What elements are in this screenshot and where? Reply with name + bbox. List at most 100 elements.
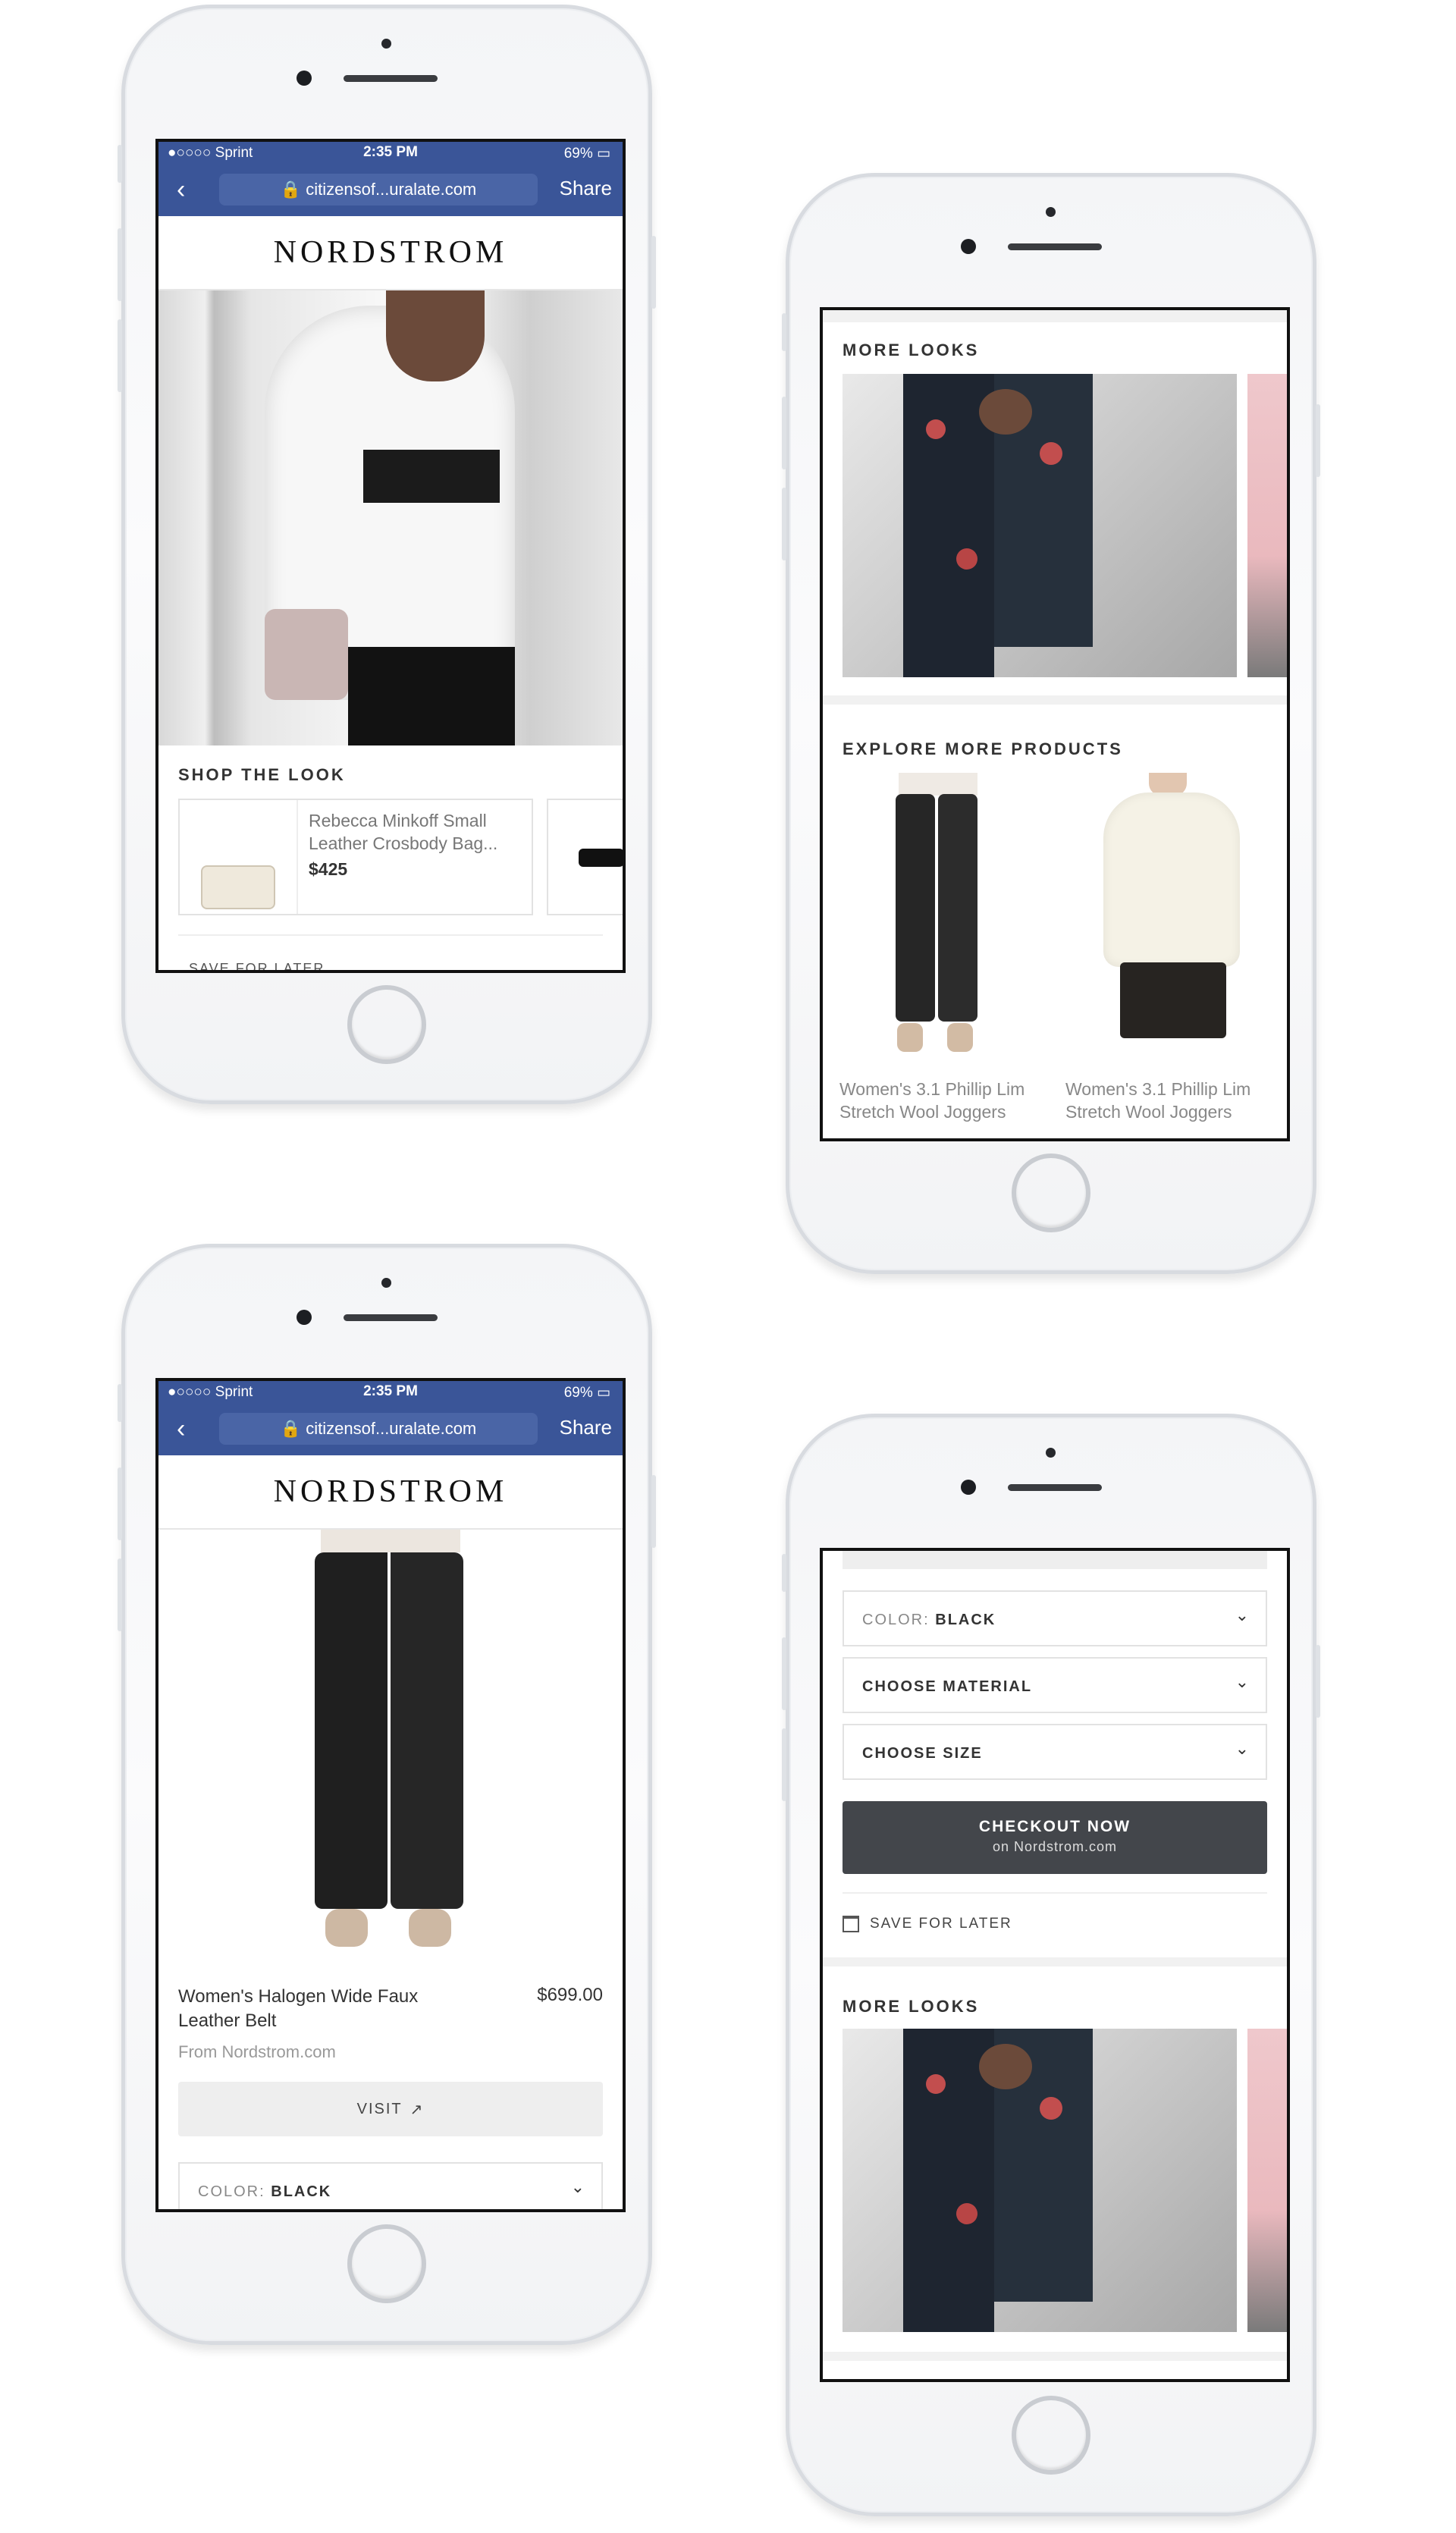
look-photo-next[interactable] [1247, 374, 1287, 677]
product-price: $699.00 [537, 1985, 603, 2005]
chevron-down-icon: ⌄ [1235, 1672, 1249, 1691]
home-button[interactable] [347, 985, 426, 1064]
screen-2: MORE LOOKS EXPLORE MORE PRODUCTS Women's… [820, 307, 1290, 1141]
product-name-line2: Leather Belt [178, 2010, 277, 2031]
mute-switch [118, 145, 122, 183]
front-camera [961, 1480, 976, 1495]
product-name-line1: Rebecca Minkoff Small [309, 811, 487, 830]
home-button[interactable] [1012, 1154, 1090, 1232]
brand-logo: NORDSTROM [158, 1455, 623, 1530]
explore-more-title: EXPLORE MORE PRODUCTS [843, 739, 1123, 758]
earpiece-speaker [344, 75, 438, 82]
screen-3: ●○○○○ Sprint 2:35 PM 69% ▭ ‹ 🔒 citizenso… [155, 1378, 626, 2212]
front-camera [297, 71, 312, 86]
volume-down-button [118, 319, 122, 392]
visit-label: VISIT [356, 2100, 403, 2117]
color-select[interactable]: COLOR: BLACK ⌄ [843, 1590, 1267, 1646]
product-title-1-line2: Stretch Wool Joggers [839, 1102, 1006, 1122]
product-card[interactable]: Rebecca Minkoff Small Leather Crosbody B… [178, 799, 533, 915]
earpiece-speaker [1008, 243, 1102, 250]
phone-frame-1: ●○○○○ Sprint 2:35 PM 69% ▭ ‹ 🔒 citizenso… [118, 5, 656, 1104]
mute-switch [782, 313, 786, 351]
more-looks-title: MORE LOOKS [843, 341, 980, 359]
safari-bar: ●○○○○ Sprint 2:35 PM 69% ▭ ‹ 🔒 citizenso… [158, 1381, 623, 1455]
battery-label: 69% ▭ [563, 1385, 610, 1401]
safari-bar: ●○○○○ Sprint 2:35 PM 69% ▭ ‹ 🔒 citizenso… [158, 142, 623, 216]
battery-percent: 69% [563, 1385, 593, 1401]
share-button[interactable]: Share [560, 177, 612, 200]
back-icon[interactable]: ‹ [177, 1414, 185, 1444]
size-select[interactable]: CHOOSE SIZE ⌄ [843, 1724, 1267, 1780]
checkout-label: CHECKOUT NOW [978, 1818, 1131, 1835]
material-select[interactable]: CHOOSE MATERIAL ⌄ [843, 1657, 1267, 1713]
home-button[interactable] [1012, 2396, 1090, 2475]
phone-frame-4: COLOR: BLACK ⌄ CHOOSE MATERIAL ⌄ CHOOSE … [782, 1414, 1320, 2516]
volume-up-button [118, 1467, 122, 1540]
color-value: BLACK [271, 2183, 332, 2200]
mute-switch [118, 1384, 122, 1422]
front-sensor [381, 39, 391, 49]
checkout-sublabel: on Nordstrom.com [992, 1839, 1118, 1854]
front-sensor [1046, 207, 1056, 217]
product-thumbnail [180, 800, 298, 914]
volume-down-button [782, 488, 786, 560]
product-card-next[interactable] [547, 799, 623, 915]
chevron-down-icon: ⌄ [1235, 1739, 1249, 1758]
product-hero-image[interactable] [158, 1530, 623, 1970]
mute-switch [782, 1554, 786, 1592]
power-button [1316, 1645, 1320, 1718]
checkout-button[interactable]: CHECKOUT NOW on Nordstrom.com [843, 1801, 1267, 1874]
product-name-line2: Leather Crosbody Bag... [309, 833, 498, 853]
save-for-later-button[interactable]: SAVE FOR LATER [843, 1909, 1012, 1939]
earpiece-speaker [344, 1314, 438, 1321]
color-select[interactable]: COLOR: BLACK ⌄ [178, 2162, 603, 2209]
back-icon[interactable]: ‹ [177, 175, 185, 205]
chevron-down-icon: ⌄ [1235, 1605, 1249, 1624]
url-text: citizensof...uralate.com [306, 1419, 477, 1438]
product-title-2[interactable]: Women's 3.1 Phillip Lim Stretch Wool Jog… [1065, 1078, 1250, 1123]
size-label: CHOOSE SIZE [862, 1745, 983, 1762]
earpiece-speaker [1008, 1484, 1102, 1491]
battery-label: 69% ▭ [563, 146, 610, 162]
more-looks-title: MORE LOOKS [843, 1997, 980, 2016]
product-title-2-line1: Women's 3.1 Phillip Lim [1065, 1079, 1251, 1099]
power-button [651, 1475, 656, 1548]
battery-percent: 69% [563, 146, 593, 162]
volume-up-button [782, 1637, 786, 1710]
share-button[interactable]: Share [560, 1416, 612, 1439]
status-time: 2:35 PM [363, 144, 418, 160]
volume-up-button [782, 397, 786, 469]
product-price: $425 [309, 859, 348, 879]
home-button[interactable] [347, 2224, 426, 2303]
save-for-later-cut[interactable]: SAVE FOR LATER [189, 961, 325, 970]
product-name: Women's Halogen Wide Faux Leather Belt [178, 1985, 418, 2033]
product-image-sweater[interactable] [1073, 773, 1263, 1061]
color-label: COLOR: [862, 1612, 930, 1628]
front-camera [297, 1310, 312, 1325]
phone-frame-2: MORE LOOKS EXPLORE MORE PRODUCTS Women's… [782, 173, 1320, 1274]
volume-down-button [118, 1558, 122, 1631]
url-field[interactable]: 🔒 citizensof...uralate.com [219, 174, 538, 206]
brand-logo: NORDSTROM [158, 216, 623, 290]
color-value: BLACK [935, 1612, 996, 1628]
product-image-joggers[interactable] [853, 773, 1020, 1061]
look-photo[interactable] [843, 374, 1237, 677]
look-photo[interactable] [843, 2029, 1237, 2332]
power-button [1316, 404, 1320, 477]
visit-button[interactable]: VISIT ↗ [178, 2082, 603, 2136]
screen-1: ●○○○○ Sprint 2:35 PM 69% ▭ ‹ 🔒 citizenso… [155, 139, 626, 973]
hero-look-photo[interactable] [158, 290, 623, 745]
look-photo-next[interactable] [1247, 2029, 1287, 2332]
product-source: From Nordstrom.com [178, 2042, 336, 2061]
volume-up-button [118, 228, 122, 301]
phone-frame-3: ●○○○○ Sprint 2:35 PM 69% ▭ ‹ 🔒 citizenso… [118, 1244, 656, 2345]
save-icon [843, 1916, 859, 1932]
status-bar: ●○○○○ Sprint 2:35 PM 69% ▭ [158, 1381, 623, 1404]
url-field[interactable]: 🔒 citizensof...uralate.com [219, 1413, 538, 1445]
volume-down-button [782, 1728, 786, 1801]
product-title-2-line2: Stretch Wool Joggers [1065, 1102, 1232, 1122]
product-title-1[interactable]: Women's 3.1 Phillip Lim Stretch Wool Jog… [839, 1078, 1025, 1123]
screen-4: COLOR: BLACK ⌄ CHOOSE MATERIAL ⌄ CHOOSE … [820, 1548, 1290, 2382]
product-title-1-line1: Women's 3.1 Phillip Lim [839, 1079, 1025, 1099]
power-button [651, 236, 656, 309]
